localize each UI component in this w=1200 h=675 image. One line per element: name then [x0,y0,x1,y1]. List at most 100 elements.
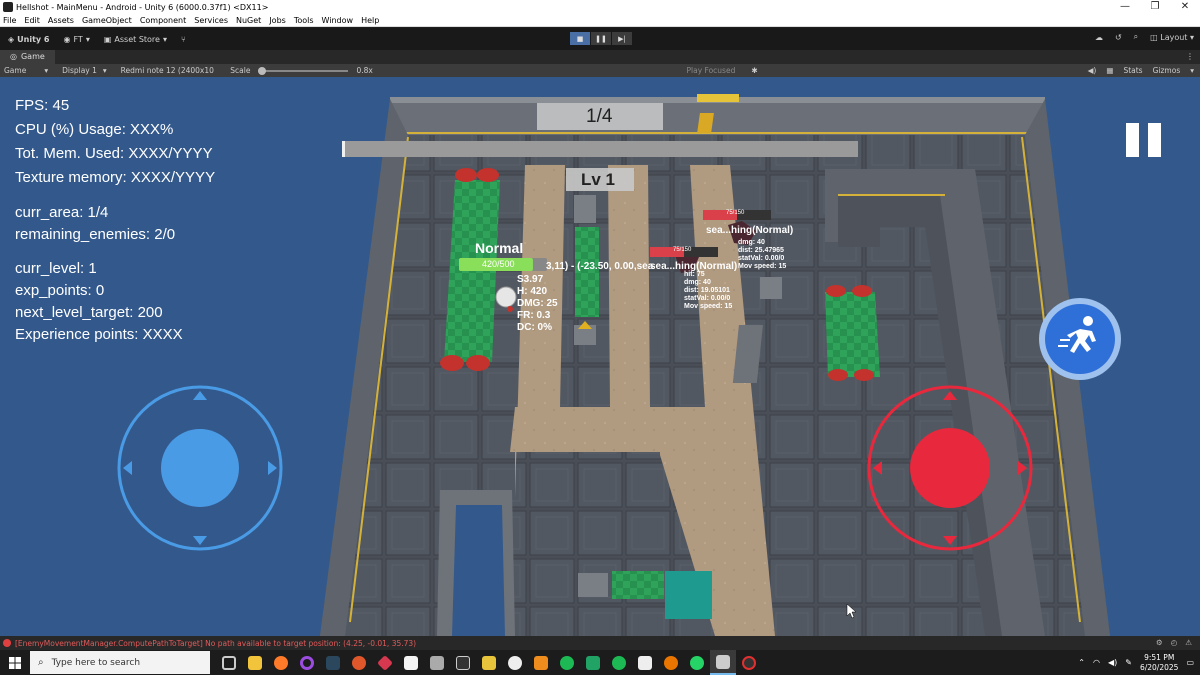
task-view-button[interactable] [216,650,242,675]
status-bar-right: ⚙ ◴ ⚠ [1156,636,1192,650]
unity-account-menu[interactable]: ◈ Unity 6 [8,35,49,44]
enemy-2-stat-dist: dist: 25.47965 [738,247,784,254]
progress-icon[interactable]: ◴ [1171,636,1178,650]
menu-nuget[interactable]: NuGet [236,16,261,25]
device-label: Redmi note 12 (2400x10 [120,66,217,75]
layout-dropdown[interactable]: ◫ Layout ▾ [1150,33,1194,42]
enemy-2-stat-statval: statVal: 0.00/0 [738,255,785,262]
game-tab-bar: ◎ Game ⋮ [0,50,1200,64]
unity-icon [716,654,730,669]
taskbar-search-input[interactable]: ⌕ Type here to search [30,651,210,674]
app-white-button[interactable] [398,650,424,675]
mode-dropdown[interactable]: Game ▾ [4,66,48,75]
app-orange2-button[interactable] [528,650,554,675]
gizmos-button[interactable]: Gizmos [1153,64,1181,77]
spotify-button[interactable] [554,650,580,675]
app-purple-button[interactable] [294,650,320,675]
history-icon[interactable]: ↺ [1115,33,1122,42]
menu-services[interactable]: Services [194,16,228,25]
asset-store-label: Asset Store [114,34,160,44]
device-dropdown[interactable]: Redmi note 12 (2400x10 [121,66,217,75]
step-button[interactable]: ▶| [612,32,632,45]
unity-hub-button[interactable] [424,650,450,675]
player-shadow [507,306,513,312]
turret-top [574,195,596,223]
volume-icon[interactable]: ◀) [1108,658,1117,667]
epic-games-button[interactable] [450,650,476,675]
app-red-button[interactable] [372,650,398,675]
menu-jobs[interactable]: Jobs [269,16,286,25]
file-explorer-button[interactable] [242,650,268,675]
minimize-button[interactable]: — [1110,0,1140,14]
cloud-icon[interactable]: ☁ [1095,33,1103,42]
layout-label: Layout [1160,32,1188,42]
pen-icon[interactable]: ✎ [1125,658,1132,667]
menu-window[interactable]: Window [322,16,354,25]
taskbar-clock[interactable]: 9:51 PM 6/20/2025 [1140,653,1178,673]
account-dropdown[interactable]: ◉ FT ▾ [63,35,89,44]
app-green-button[interactable] [580,650,606,675]
player-stat-damage: DMG: 25 [517,298,558,309]
cloud-user-icon: ◉ [63,34,71,44]
menu-gameobject[interactable]: GameObject [82,16,132,25]
menu-assets[interactable]: Assets [48,16,74,25]
warning-icon[interactable]: ⚠ [1185,636,1192,650]
github-button[interactable] [502,650,528,675]
epic-games-icon [456,655,470,670]
app-red-record-button[interactable] [736,650,762,675]
more-options-icon[interactable]: ⋮ [1186,50,1194,64]
whatsapp-button[interactable] [684,650,710,675]
github-icon [508,655,522,670]
chevron-down-icon: ▾ [1190,66,1194,75]
steam-button[interactable] [320,650,346,675]
unity-editor-button[interactable] [710,650,736,675]
step-icon: ▶| [618,34,626,43]
chevron-up-icon[interactable]: ⌃ [1078,658,1085,667]
menu-file[interactable]: File [3,16,16,25]
player-hp-text: 420/500 [482,259,515,269]
red-diamond-icon [377,654,393,671]
level-badge: Lv 1 [581,170,616,189]
menu-edit[interactable]: Edit [24,16,40,25]
capcut-button[interactable] [632,650,658,675]
asset-store-button[interactable]: ▣ Asset Store ▾ [104,35,167,44]
restore-button[interactable]: ❐ [1140,0,1170,14]
whatsapp-icon [690,655,704,670]
debug-hud: FPS: 45 CPU (%) Usage: XXX% Tot. Mem. Us… [15,94,215,346]
firefox-button[interactable] [268,650,294,675]
search-icon[interactable]: ⌕ [1134,32,1138,42]
grid-icon[interactable]: ▦ [1106,64,1113,77]
scale-slider[interactable] [258,66,349,75]
network-icon[interactable]: ⚙ [1156,636,1163,650]
play-focused-dropdown[interactable]: Play Focused [687,64,736,77]
scale-slider-knob[interactable] [258,66,267,75]
app-yellow-button[interactable] [476,650,502,675]
enemy-2-hp-text: 75/150 [726,210,745,216]
spotify2-button[interactable] [606,650,632,675]
blender-button[interactable] [658,650,684,675]
menu-component[interactable]: Component [140,16,186,25]
version-control-button[interactable]: ⑂ [181,35,186,44]
stats-button[interactable]: Stats [1123,64,1142,77]
app-orange-button[interactable] [346,650,372,675]
close-button[interactable]: ✕ [1170,0,1200,14]
menu-help[interactable]: Help [361,16,379,25]
chevron-down-icon: ▾ [44,66,49,75]
display-dropdown[interactable]: Display 1 ▾ [62,66,107,75]
notification-icon[interactable]: ▭ [1186,658,1194,667]
console-status-bar[interactable]: [EnemyMovementManager.ComputePathToTarge… [0,636,1200,650]
enemy-2-stat-dmg: dmg: 40 [738,239,765,246]
wifi-icon[interactable]: ◠ [1093,658,1100,667]
bug-icon[interactable]: ✱ [751,64,757,77]
play-button[interactable]: ■ [570,32,590,45]
pause-bar-left [1126,123,1139,157]
start-button[interactable] [0,650,30,675]
windows-taskbar: ⌕ Type here to search ⌃ ◠ ◀) ✎ 9:51 PM 6… [0,650,1200,675]
game-view[interactable]: FPS: 45 CPU (%) Usage: XXX% Tot. Mem. Us… [0,77,1200,636]
menu-tools[interactable]: Tools [294,16,314,25]
tab-game[interactable]: ◎ Game [0,50,55,64]
green-block-bottom [612,571,664,599]
pause-button[interactable]: ❚❚ [591,32,611,45]
speaker-icon[interactable]: ◀) [1088,64,1097,77]
player-stats: S3.97 H: 420 DMG: 25 FR: 0.3 DC: 0% [517,274,558,334]
